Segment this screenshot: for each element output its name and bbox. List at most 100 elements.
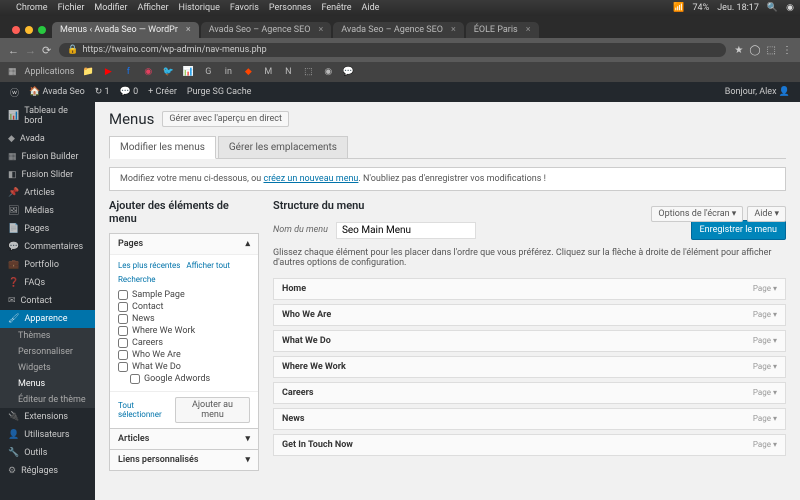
sidebar-item-faqs[interactable]: ❓FAQs — [0, 274, 95, 292]
subtab-recent[interactable]: Les plus récentes — [118, 261, 180, 270]
page-check-item[interactable]: News — [118, 313, 250, 325]
page-check-item[interactable]: Google Adwords — [118, 373, 250, 385]
sidebar-sub-widgets[interactable]: Widgets — [0, 360, 95, 376]
page-check-item[interactable]: Contact — [118, 301, 250, 313]
bookmark-icon[interactable]: M — [262, 66, 274, 78]
sidebar-item-portfolio[interactable]: 💼Portfolio — [0, 256, 95, 274]
subtab-all[interactable]: Afficher tout — [186, 261, 230, 270]
page-check-item[interactable]: Careers — [118, 337, 250, 349]
maximize-window-icon[interactable] — [38, 26, 46, 34]
sidebar-item-fusion-builder[interactable]: ▦Fusion Builder — [0, 148, 95, 166]
bookmark-icon[interactable]: ▶ — [102, 66, 114, 78]
sidebar-item-comments[interactable]: 💬Commentaires — [0, 238, 95, 256]
bookmark-icon[interactable]: 📁 — [82, 66, 94, 78]
wp-sidebar: 📊Tableau de bord ◆Avada ▦Fusion Builder … — [0, 102, 95, 500]
page-check-item[interactable]: What We Do — [118, 361, 250, 373]
menu-icon[interactable]: ⋮ — [782, 45, 792, 56]
chevron-down-icon: ▾ — [245, 434, 250, 444]
siri-icon[interactable]: ◉ — [786, 3, 794, 13]
page-check-item[interactable]: Who We Are — [118, 349, 250, 361]
sidebar-item-fusion-slider[interactable]: ◧Fusion Slider — [0, 166, 95, 184]
add-to-menu-button[interactable]: Ajouter au menu — [175, 397, 250, 423]
extension-icon[interactable]: ◯ — [749, 45, 760, 56]
browser-tab[interactable]: Avada Seo – Agence SEO× — [201, 22, 332, 38]
tab-manage-locations[interactable]: Gérer les emplacements — [218, 136, 348, 158]
bookmark-icon[interactable]: ◆ — [242, 66, 254, 78]
sidebar-sub-menus[interactable]: Menus — [0, 376, 95, 392]
bookmark-icon[interactable]: 📊 — [182, 66, 194, 78]
close-window-icon[interactable] — [12, 26, 20, 34]
menu-name-input[interactable] — [336, 222, 476, 239]
search-icon[interactable]: 🔍 — [767, 3, 778, 13]
wp-content-area: Options de l'écran ▾ Aide ▾ Menus Gérer … — [95, 102, 800, 500]
wp-admin-bar: ⓦ 🏠 Avada Seo ↻ 1 💬 0 + Créer Purge SG C… — [0, 82, 800, 102]
bookmark-icon[interactable]: N — [282, 66, 294, 78]
screen-options-button[interactable]: Options de l'écran ▾ — [651, 206, 743, 222]
reload-icon[interactable]: ⟳ — [42, 44, 51, 57]
sidebar-item-settings[interactable]: ⚙Réglages — [0, 462, 95, 480]
browser-tab[interactable]: ÉOLE Paris× — [466, 22, 539, 38]
sidebar-item-avada[interactable]: ◆Avada — [0, 130, 95, 148]
sidebar-item-pages[interactable]: 📄Pages — [0, 220, 95, 238]
bookmark-icon[interactable]: 💬 — [342, 66, 354, 78]
panel-articles-toggle[interactable]: Articles▾ — [109, 428, 259, 450]
panel-pages-toggle[interactable]: Pages▴ — [110, 234, 258, 255]
updates-link[interactable]: ↻ 1 — [95, 87, 110, 97]
menu-item[interactable]: What We DoPage ▾ — [273, 330, 786, 352]
sidebar-sub-customize[interactable]: Personnaliser — [0, 344, 95, 360]
sidebar-item-posts[interactable]: 📌Articles — [0, 184, 95, 202]
select-all-link[interactable]: Tout sélectionner — [118, 401, 175, 419]
sidebar-item-tools[interactable]: 🔧Outils — [0, 444, 95, 462]
create-menu-link[interactable]: créez un nouveau menu — [263, 174, 358, 184]
minimize-window-icon[interactable] — [25, 26, 33, 34]
extension-icon[interactable]: ⬚ — [767, 45, 776, 56]
lock-icon: 🔒 — [67, 45, 78, 55]
menu-item[interactable]: Get In Touch NowPage ▾ — [273, 434, 786, 456]
wp-logo-icon[interactable]: ⓦ — [10, 86, 19, 99]
menu-item[interactable]: Where We WorkPage ▾ — [273, 356, 786, 378]
sidebar-item-dashboard[interactable]: 📊Tableau de bord — [0, 102, 95, 130]
menu-item[interactable]: NewsPage ▾ — [273, 408, 786, 430]
help-button[interactable]: Aide ▾ — [747, 206, 786, 222]
menu-item[interactable]: HomePage ▾ — [273, 278, 786, 300]
sidebar-item-appearance[interactable]: 🖌Apparence — [0, 310, 95, 328]
sidebar-item-users[interactable]: 👤Utilisateurs — [0, 426, 95, 444]
address-bar[interactable]: 🔒 https://twaino.com/wp-admin/nav-menus.… — [59, 43, 726, 57]
menu-item[interactable]: Who We ArePage ▾ — [273, 304, 786, 326]
new-link[interactable]: + Créer — [148, 87, 177, 97]
forward-icon[interactable]: → — [25, 44, 36, 57]
bookmark-icon[interactable]: G — [202, 66, 214, 78]
panel-custom-links-toggle[interactable]: Liens personnalisés▾ — [109, 449, 259, 471]
page-check-item[interactable]: Where We Work — [118, 325, 250, 337]
clock[interactable]: Jeu. 18:17 — [717, 3, 759, 13]
browser-tab[interactable]: Menus ‹ Avada Seo — WordPr× — [52, 22, 199, 38]
app-name[interactable]: Chrome — [16, 3, 48, 13]
bookmark-icon[interactable]: ◉ — [142, 66, 154, 78]
apps-icon[interactable]: ▦ — [8, 67, 17, 77]
bookmark-icon[interactable]: ⬚ — [302, 66, 314, 78]
sidebar-item-plugins[interactable]: 🔌Extensions — [0, 408, 95, 426]
bookmark-icon[interactable]: 🐦 — [162, 66, 174, 78]
subtab-search[interactable]: Recherche — [118, 275, 155, 284]
sidebar-sub-theme-editor[interactable]: Éditeur de thème — [0, 392, 95, 408]
tab-edit-menus[interactable]: Modifier les menus — [109, 136, 216, 159]
purge-cache-link[interactable]: Purge SG Cache — [187, 87, 252, 97]
sidebar-item-media[interactable]: 🖼Médias — [0, 202, 95, 220]
comments-link[interactable]: 💬 0 — [120, 87, 139, 97]
bookmark-icon[interactable]: ◉ — [322, 66, 334, 78]
sidebar-item-contact[interactable]: ✉Contact — [0, 292, 95, 310]
extension-icon[interactable]: ★ — [734, 45, 743, 56]
wifi-icon[interactable]: 📶 — [673, 3, 684, 13]
bookmark-icon[interactable]: in — [222, 66, 234, 78]
user-greeting[interactable]: Bonjour, Alex 👤 — [725, 87, 790, 97]
save-menu-button[interactable]: Enregistrer le menu — [691, 220, 786, 240]
bookmark-icon[interactable]: f — [122, 66, 134, 78]
browser-tab[interactable]: Avada Seo – Agence SEO× — [333, 22, 464, 38]
site-link[interactable]: 🏠 Avada Seo — [29, 87, 85, 97]
page-check-item[interactable]: Sample Page — [118, 289, 250, 301]
sidebar-sub-themes[interactable]: Thèmes — [0, 328, 95, 344]
manage-live-preview-button[interactable]: Gérer avec l'aperçu en direct — [162, 111, 289, 127]
menu-item[interactable]: CareersPage ▾ — [273, 382, 786, 404]
back-icon[interactable]: ← — [8, 44, 19, 57]
browser-toolbar: ← → ⟳ 🔒 https://twaino.com/wp-admin/nav-… — [0, 38, 800, 62]
